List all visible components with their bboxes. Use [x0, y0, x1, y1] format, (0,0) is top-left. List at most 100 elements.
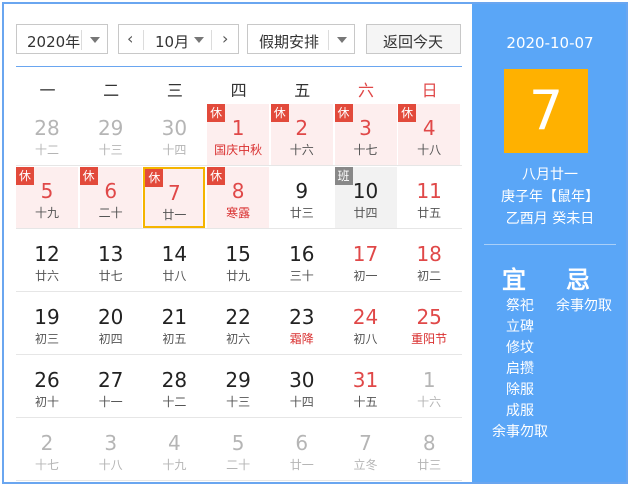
yi-item: 余事勿取 [492, 424, 548, 440]
day-cell[interactable]: 16 三十 [271, 230, 333, 291]
ji-list: 余事勿取 [548, 296, 620, 317]
lunar-label: 十六 [289, 143, 314, 157]
lunar-label: 十八 [417, 143, 442, 157]
day-cell[interactable]: 休 6 二十 [79, 167, 142, 228]
day-number: 7 [168, 181, 181, 205]
day-cell[interactable]: 休 8 寒露 [207, 167, 270, 228]
weekday-label: 一 [39, 81, 56, 100]
day-cell[interactable]: 19 初三 [16, 293, 78, 354]
day-cell[interactable]: 29 十三 [80, 104, 142, 165]
row-divider [16, 354, 462, 355]
day-number: 6 [295, 431, 309, 455]
calendar-widget: 2020年 ‹ 10月 › 假期安排 返回今天 一二三四五六日 28 十二 29 十三… [2, 2, 628, 484]
day-cell[interactable]: 休 1 国庆中秋 [207, 104, 270, 165]
day-cell[interactable]: 13 廿七 [80, 230, 142, 291]
row-divider [16, 165, 462, 166]
day-number: 13 [97, 242, 124, 266]
day-number: 22 [225, 305, 251, 329]
day-number: 9 [295, 179, 309, 203]
ji-label: 忌 [566, 266, 590, 294]
day-cell[interactable]: 2 十七 [16, 419, 78, 480]
yi-list: 祭祀 立碑 修坟 启攒 除服 成服 余事勿取 [484, 296, 556, 443]
day-cell[interactable]: 1 十六 [398, 356, 460, 417]
lunar-label: 初二 [417, 269, 442, 283]
day-number: 19 [34, 305, 60, 329]
day-cell[interactable]: 4 十九 [143, 419, 205, 480]
lunar-label: 廿一 [289, 458, 314, 472]
lunar-label: 初八 [353, 332, 378, 346]
yi-item: 修坟 [506, 340, 534, 356]
day-cell[interactable]: 3 十八 [80, 419, 142, 480]
lunar-label: 十九 [162, 458, 187, 472]
day-cell[interactable]: 11 廿五 [398, 167, 460, 228]
lunar-label: 初十 [34, 395, 59, 409]
weekday-label: 四 [230, 81, 247, 100]
day-cell[interactable]: 班 10 廿四 [334, 167, 397, 228]
lunar-label: 国庆中秋 [214, 143, 263, 157]
today-button[interactable]: 返回今天 [366, 24, 461, 54]
day-cell[interactable]: 7 立冬 [335, 419, 397, 480]
day-number: 17 [352, 242, 379, 266]
day-cell[interactable]: 27 十一 [80, 356, 142, 417]
day-cell[interactable]: 22 初六 [207, 293, 269, 354]
lunar-label: 廿八 [162, 269, 187, 283]
lunar-date: 八月廿一 [522, 167, 578, 183]
lunar-label: 十四 [162, 143, 187, 157]
prev-month-button[interactable]: ‹ [127, 29, 133, 48]
day-cell[interactable]: 23 霜降 [271, 293, 333, 354]
day-cell[interactable]: 18 初二 [398, 230, 460, 291]
lunar-label: 十三 [98, 143, 123, 157]
day-number: 4 [168, 431, 181, 455]
lunar-label: 霜降 [289, 332, 314, 346]
day-number: 5 [40, 179, 54, 203]
chevron-down-icon [194, 37, 204, 43]
lunar-label: 初四 [98, 332, 123, 346]
day-cell[interactable]: 29 十三 [207, 356, 269, 417]
day-cell[interactable]: 休 3 十七 [334, 104, 397, 165]
day-number: 4 [422, 116, 436, 140]
divider [484, 244, 616, 245]
day-cell[interactable]: 30 十四 [271, 356, 333, 417]
month-control: ‹ 10月 › [118, 24, 239, 54]
day-cell[interactable]: 9 廿三 [271, 167, 333, 228]
lunar-label: 廿四 [353, 206, 378, 220]
day-cell[interactable]: 休 2 十六 [270, 104, 333, 165]
day-cell[interactable]: 12 廿六 [16, 230, 78, 291]
day-cell[interactable]: 休 5 十九 [16, 167, 78, 228]
day-number: 23 [289, 305, 315, 329]
lunar-label: 二十 [226, 458, 251, 472]
day-cell[interactable]: 30 十四 [143, 104, 205, 165]
day-cell[interactable]: 28 十二 [16, 104, 78, 165]
day-cell[interactable]: 28 十二 [143, 356, 205, 417]
day-cell[interactable]: 17 初一 [335, 230, 397, 291]
yi-label: 宜 [502, 266, 526, 294]
day-cell[interactable]: 25 重阳节 [398, 293, 460, 354]
day-cell[interactable]: 8 廿三 [398, 419, 460, 480]
weekday-label: 六 [357, 81, 374, 100]
day-cell[interactable]: 20 初四 [80, 293, 142, 354]
next-month-button[interactable]: › [222, 29, 228, 48]
ganzhi-year: 庚子年【鼠年】 [501, 189, 599, 205]
day-cell[interactable]: 6 廿一 [271, 419, 333, 480]
day-cell[interactable]: 24 初八 [335, 293, 397, 354]
row-divider [16, 417, 462, 418]
day-cell[interactable]: 14 廿八 [143, 230, 205, 291]
month-value[interactable]: 10月 [155, 31, 189, 52]
day-number: 16 [289, 242, 315, 266]
lunar-label: 十九 [34, 206, 59, 220]
holiday-select[interactable]: 假期安排 [247, 24, 355, 54]
day-number: 20 [97, 305, 124, 329]
selected-date: 2020-10-07 [506, 34, 594, 52]
day-cell[interactable]: 5 二十 [207, 419, 269, 480]
day-number: 1 [422, 368, 436, 392]
day-cell[interactable]: 26 初十 [16, 356, 78, 417]
day-number: 30 [161, 116, 188, 140]
lunar-label: 十四 [289, 395, 314, 409]
day-cell[interactable]: 休 7 廿一 [143, 167, 206, 228]
year-select[interactable]: 2020年 [16, 24, 108, 54]
day-cell[interactable]: 21 初五 [143, 293, 205, 354]
yi-item: 立碑 [506, 319, 534, 335]
day-cell[interactable]: 休 4 十八 [398, 104, 461, 165]
day-cell[interactable]: 15 廿九 [207, 230, 269, 291]
day-cell[interactable]: 31 十五 [335, 356, 397, 417]
